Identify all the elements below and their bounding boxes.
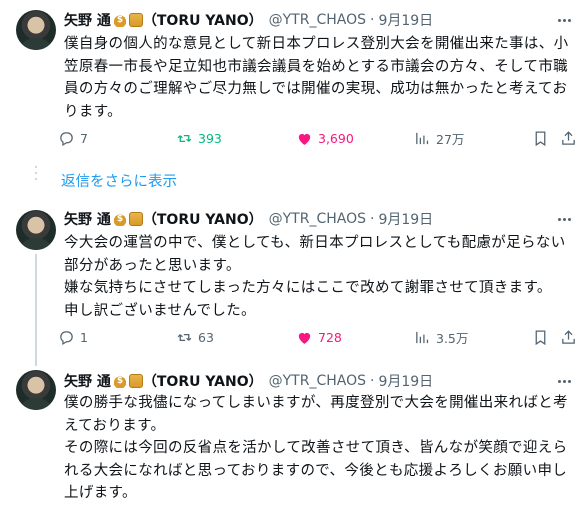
tweet-header: 矢野 通 （TORU YANO） @YTR_CHAOS · 9月19日 <box>64 371 433 391</box>
separator: · <box>369 373 375 389</box>
tweet-text: 今大会の運営の中で、僕としても、新日本プロレスとしても配慮が足らない 部分があっ… <box>64 235 566 319</box>
reply-count: 7 <box>80 130 88 146</box>
view-count: 27万 <box>436 131 465 147</box>
like-button[interactable]: 728 <box>296 327 342 347</box>
retweet-count: 393 <box>198 130 222 146</box>
like-icon <box>298 332 311 344</box>
show-more-replies-link[interactable]: 返信をさらに表示 <box>61 170 177 191</box>
display-name[interactable]: 矢野 通 <box>64 209 111 229</box>
money-bills-emoji <box>128 212 143 226</box>
tweet-actions: 1 63 728 3.5万 <box>58 327 575 347</box>
tweet-header: 矢野 通 （TORU YANO） @YTR_CHAOS · 9月19日 <box>64 10 433 30</box>
thread-line <box>35 254 37 366</box>
display-name[interactable]: 矢野 通 <box>64 10 111 30</box>
more-icon[interactable] <box>554 371 574 391</box>
share-button[interactable] <box>560 128 582 148</box>
display-name-suffix[interactable]: （TORU YANO） <box>143 371 263 391</box>
tweet-header: 矢野 通 （TORU YANO） @YTR_CHAOS · 9月19日 <box>64 209 433 229</box>
more-icon[interactable] <box>554 10 574 30</box>
bookmark-button[interactable] <box>532 327 554 347</box>
bookmark-icon <box>535 329 546 345</box>
tweet-text: 僕の勝手な我儘になってしまいますが、再度登別で大会を開催出来ればと考 えておりま… <box>64 395 568 501</box>
user-handle[interactable]: @YTR_CHAOS <box>269 373 366 389</box>
thread-connector <box>33 166 39 184</box>
retweet-button[interactable]: 393 <box>176 128 222 148</box>
tweet-date[interactable]: 9月19日 <box>378 209 433 229</box>
share-icon <box>562 329 575 344</box>
user-handle[interactable]: @YTR_CHAOS <box>269 12 366 28</box>
like-button[interactable]: 3,690 <box>296 128 354 148</box>
avatar[interactable] <box>16 10 56 50</box>
view-count: 3.5万 <box>436 330 469 346</box>
display-name-suffix[interactable]: （TORU YANO） <box>143 10 263 30</box>
display-name[interactable]: 矢野 通 <box>64 371 111 391</box>
avatar[interactable] <box>16 210 56 250</box>
retweet-button[interactable]: 63 <box>176 327 214 347</box>
reply-icon <box>60 330 73 345</box>
retweet-icon <box>177 333 192 341</box>
bookmark-button[interactable] <box>532 128 554 148</box>
reply-button[interactable]: 7 <box>58 128 88 148</box>
tweet-date[interactable]: 9月19日 <box>378 371 433 391</box>
display-name-suffix[interactable]: （TORU YANO） <box>143 209 263 229</box>
bookmark-icon <box>535 130 546 146</box>
like-count: 3,690 <box>318 130 354 146</box>
views-button[interactable]: 3.5万 <box>414 327 468 347</box>
tweet-date[interactable]: 9月19日 <box>378 10 433 30</box>
like-icon <box>298 133 311 145</box>
share-icon <box>562 130 575 145</box>
views-button[interactable]: 27万 <box>414 128 464 148</box>
money-bag-emoji <box>112 212 127 226</box>
retweet-icon <box>177 134 192 142</box>
more-icon[interactable] <box>554 209 574 229</box>
reply-icon <box>60 131 73 146</box>
money-bills-emoji <box>128 13 143 27</box>
reply-button[interactable]: 1 <box>58 327 88 347</box>
money-bag-emoji <box>112 374 127 388</box>
separator: · <box>369 12 375 28</box>
share-button[interactable] <box>560 327 582 347</box>
separator: · <box>369 211 375 227</box>
user-handle[interactable]: @YTR_CHAOS <box>269 211 366 227</box>
views-icon <box>416 331 429 343</box>
tweet-actions: 7 393 3,690 27万 <box>58 128 575 148</box>
like-count: 728 <box>318 329 342 345</box>
retweet-count: 63 <box>198 329 214 345</box>
tweet-text: 僕自身の個人的な意見として新日本プロレス登別大会を開催出来た事は、小 笠原春一市… <box>64 36 569 120</box>
money-bag-emoji <box>112 13 127 27</box>
views-icon <box>416 132 429 144</box>
reply-count: 1 <box>80 329 88 345</box>
money-bills-emoji <box>128 374 143 388</box>
avatar[interactable] <box>16 370 56 410</box>
